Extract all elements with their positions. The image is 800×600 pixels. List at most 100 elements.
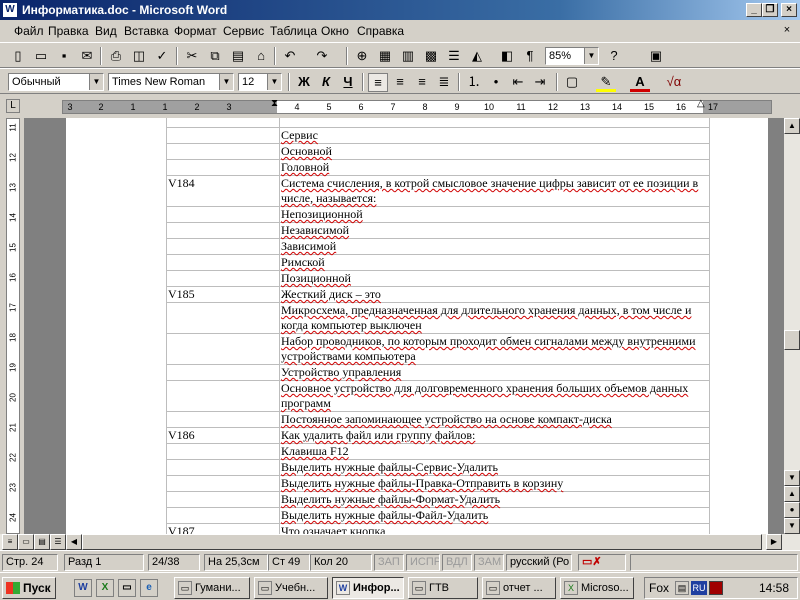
menu-insert[interactable]: Вставка [124, 24, 169, 38]
minimize-icon[interactable]: _ [746, 3, 762, 17]
table-row[interactable]: Устройство управления [166, 364, 710, 381]
cut-icon[interactable]: ✂ [182, 47, 202, 66]
font-select[interactable]: Times New Roman ▼ [108, 73, 234, 91]
toolbar-options-icon[interactable]: ▣ [646, 47, 666, 66]
status-ext[interactable]: ВДЛ [442, 554, 472, 571]
tab-stop-selector[interactable]: L [6, 99, 20, 113]
font-size-select[interactable]: 12 ▼ [238, 73, 282, 91]
question-id-cell[interactable] [166, 333, 280, 365]
question-text-cell[interactable]: Непозиционной [279, 206, 710, 223]
zoom-select[interactable]: 85% ▼ [545, 47, 599, 65]
table-row[interactable]: Позиционной [166, 270, 710, 287]
question-text-cell[interactable]: Как удалить файл или группу файлов: [279, 427, 710, 444]
question-text-cell[interactable]: Позиционной [279, 270, 710, 287]
document-page[interactable]: Сервис Основной Головной V184 Система счисле… [66, 118, 768, 534]
horizontal-ruler[interactable]: L 3 2 1 1 2 3 4 5 6 7 8 9 10 11 12 13 14… [0, 96, 800, 118]
question-id-cell[interactable] [166, 459, 280, 476]
status-ovr[interactable]: ЗАМ [474, 554, 504, 571]
table-row[interactable]: Непозиционной [166, 206, 710, 223]
document-close-icon[interactable]: × [780, 24, 794, 38]
menu-format[interactable]: Формат [174, 24, 217, 38]
task-otchet[interactable]: ▭ отчет ... [482, 577, 556, 599]
show-formatting-icon[interactable]: ¶ [520, 47, 540, 66]
question-text-cell[interactable]: Выделить нужные файлы-Сервис-Удалить [279, 459, 710, 476]
tray-fox-label[interactable]: Fox [649, 578, 669, 598]
question-id-cell[interactable]: V186 [166, 427, 280, 444]
table-row[interactable]: Выделить нужные файлы-Формат-Удалить [166, 491, 710, 508]
question-text-cell[interactable]: Зависимой [279, 238, 710, 255]
restore-icon[interactable]: ❐ [762, 3, 778, 17]
open-folder-icon[interactable]: ▭ [31, 47, 51, 66]
highlight-icon[interactable]: ✎ [596, 73, 616, 92]
copy-icon[interactable]: ⧉ [205, 47, 225, 66]
question-text-cell[interactable]: Головной [279, 159, 710, 176]
table-row[interactable]: Выделить нужные файлы-Сервис-Удалить [166, 459, 710, 476]
question-text-cell[interactable]: Римской [279, 254, 710, 271]
table-row[interactable]: Независимой [166, 222, 710, 239]
table-row[interactable]: Клавиша F12 [166, 443, 710, 460]
previous-page-icon[interactable]: ▲ [784, 486, 800, 502]
document-map-icon[interactable]: ◧ [497, 47, 517, 66]
vertical-scrollbar[interactable]: ▲ ▼ ▲ ● ▼ [784, 118, 800, 534]
question-id-cell[interactable] [166, 380, 280, 412]
table-row[interactable]: Набор проводников, по которым проходит о… [166, 333, 710, 365]
question-text-cell[interactable]: Сервис [279, 127, 710, 144]
question-text-cell[interactable]: Устройство управления [279, 364, 710, 381]
question-id-cell[interactable]: V184 [166, 175, 280, 207]
increase-indent-icon[interactable]: ⇥ [530, 73, 550, 92]
align-left-icon[interactable]: ≡ [368, 73, 388, 92]
question-id-cell[interactable] [166, 443, 280, 460]
menu-file[interactable]: Файл [14, 24, 44, 38]
question-text-cell[interactable]: Выделить нужные файлы-Файл-Удалить [279, 507, 710, 524]
task-informatika[interactable]: W Инфор... [332, 577, 404, 599]
table-row[interactable]: Выделить нужные файлы-Файл-Удалить [166, 507, 710, 524]
justify-icon[interactable]: ≣ [434, 73, 454, 92]
table-row[interactable]: V186 Как удалить файл или группу файлов: [166, 427, 710, 444]
menu-view[interactable]: Вид [95, 24, 117, 38]
save-icon[interactable]: ▪ [54, 47, 74, 66]
style-select[interactable]: Обычный ▼ [8, 73, 104, 91]
status-rec[interactable]: ЗАП [374, 554, 404, 571]
clock[interactable]: 14:58 [759, 578, 789, 598]
question-id-cell[interactable] [166, 159, 280, 176]
question-id-cell[interactable] [166, 206, 280, 223]
question-id-cell[interactable] [166, 475, 280, 492]
scroll-thumb[interactable] [784, 330, 800, 350]
format-painter-icon[interactable]: ⌂ [251, 47, 271, 66]
help-icon[interactable]: ? [604, 47, 624, 66]
start-button[interactable]: Пуск [2, 577, 56, 599]
web-view-icon[interactable]: ▭ [18, 534, 34, 550]
columns-icon[interactable]: ☰ [444, 47, 464, 66]
redo-icon[interactable]: ↷ [312, 47, 332, 66]
excel-quicklaunch-icon[interactable]: X [96, 579, 114, 597]
tray-app-icon[interactable]: ▤ [675, 581, 689, 595]
italic-button[interactable]: К [316, 73, 336, 92]
task-microsoft-excel[interactable]: X Microso... [560, 577, 634, 599]
bulleted-list-icon[interactable]: • [486, 73, 506, 92]
question-id-cell[interactable]: V185 [166, 286, 280, 303]
menu-tools[interactable]: Сервис [223, 24, 264, 38]
table-row[interactable]: Зависимой [166, 238, 710, 255]
scroll-right-icon[interactable]: ▶ [766, 534, 782, 550]
table-row[interactable]: V184 Система счисления, в котрой смыслово… [166, 175, 710, 207]
decrease-indent-icon[interactable]: ⇤ [508, 73, 528, 92]
table-row[interactable]: Римской [166, 254, 710, 271]
print-preview-icon[interactable]: ◫ [129, 47, 149, 66]
browser-quicklaunch-icon[interactable]: e [140, 579, 158, 597]
question-id-cell[interactable] [166, 118, 280, 128]
question-id-cell[interactable] [166, 364, 280, 381]
mail-icon[interactable]: ✉ [77, 47, 97, 66]
table-row[interactable] [166, 118, 710, 128]
menu-help[interactable]: Справка [357, 24, 404, 38]
question-text-cell[interactable]: Клавиша F12 [279, 443, 710, 460]
normal-view-icon[interactable]: ≡ [2, 534, 18, 550]
browse-object-icon[interactable]: ● [784, 502, 800, 518]
print-icon[interactable]: ⎙ [106, 47, 126, 66]
tray-red-icon[interactable] [709, 581, 723, 595]
question-text-cell[interactable]: Набор проводников, по которым проходит о… [279, 333, 710, 365]
numbered-list-icon[interactable]: ⒈ [464, 73, 484, 92]
insert-table-icon[interactable]: ▥ [398, 47, 418, 66]
question-text-cell[interactable]: Постоянное запоминающее устройство на ос… [279, 411, 710, 428]
new-document-icon[interactable]: ▯ [8, 47, 28, 66]
align-center-icon[interactable]: ≡ [390, 73, 410, 92]
